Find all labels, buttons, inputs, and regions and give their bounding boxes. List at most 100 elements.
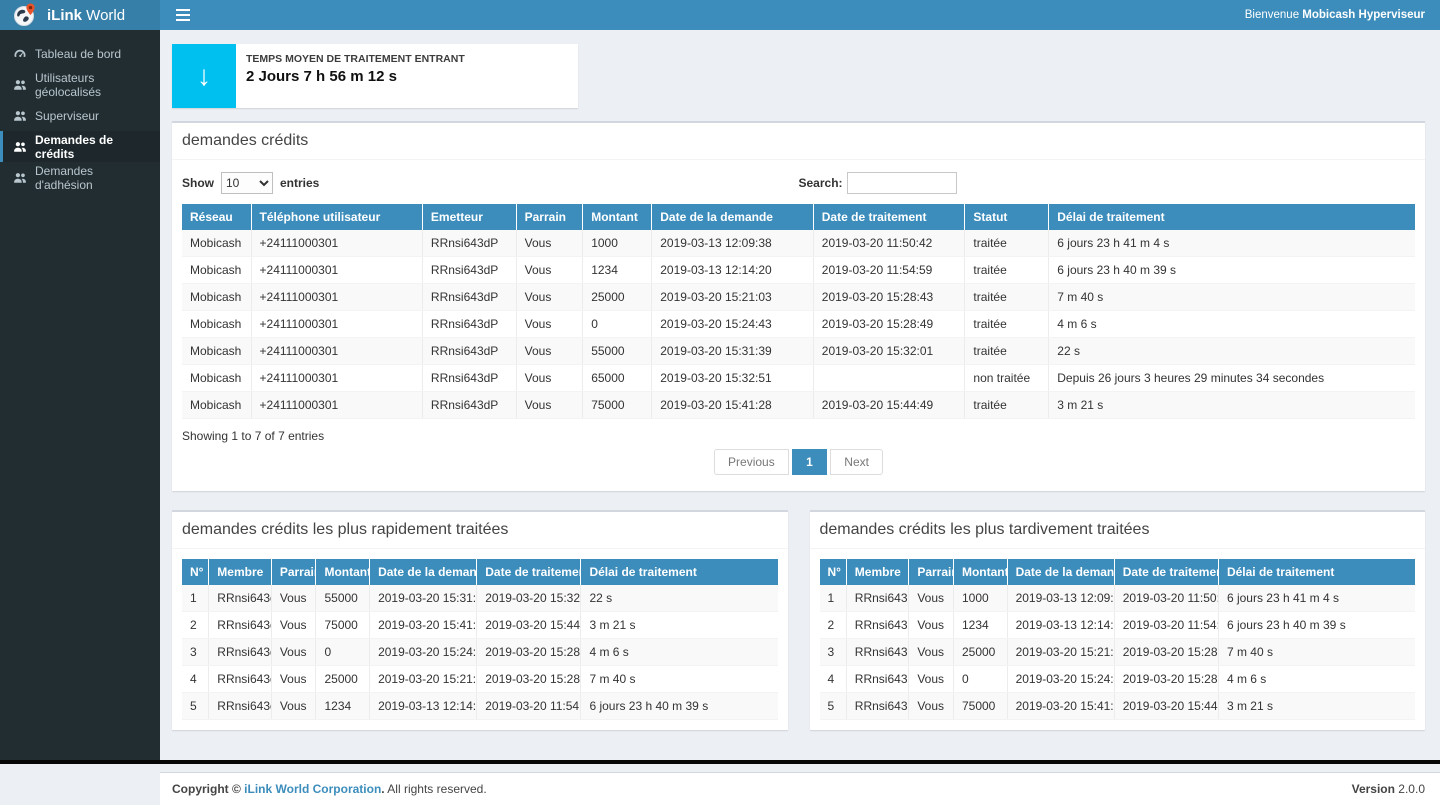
table-cell: RRnsi643dP xyxy=(846,666,909,693)
sidebar-item-label: Demandes de crédits xyxy=(35,133,152,161)
search-input[interactable] xyxy=(847,172,957,194)
copyright-text: Copyright © iLink World Corporation. All… xyxy=(172,782,487,796)
column-header-date-de-la-demande[interactable]: Date de la demande xyxy=(370,559,477,585)
panel-title: demandes crédits xyxy=(172,123,1425,160)
previous-page-button[interactable]: Previous xyxy=(714,449,789,475)
column-header-montant[interactable]: Montant xyxy=(316,559,370,585)
table-cell: 2019-03-20 15:24:43 xyxy=(370,639,477,666)
table-cell: 2019-03-20 11:50:42 xyxy=(813,230,965,257)
table-cell: 75000 xyxy=(583,392,652,419)
table-cell: 2019-03-20 15:32:01 xyxy=(813,338,965,365)
column-header-emetteur[interactable]: Emetteur xyxy=(422,204,516,230)
table-cell: 75000 xyxy=(316,612,370,639)
sidebar-item-utilisateurs-g-olocalis-s[interactable]: Utilisateurs géolocalisés xyxy=(0,69,160,100)
table-cell: 25000 xyxy=(953,639,1007,666)
ilink-world-logo xyxy=(12,2,38,28)
table-cell: 2019-03-20 15:44:49 xyxy=(477,612,581,639)
table-cell: 4 m 6 s xyxy=(1218,666,1415,693)
table-cell: 55000 xyxy=(316,585,370,612)
brand[interactable]: iLink World xyxy=(0,0,160,30)
table-cell: Vous xyxy=(271,612,316,639)
sidebar-item-label: Demandes d'adhésion xyxy=(35,164,152,192)
table-cell: 2019-03-20 11:54:59 xyxy=(1114,612,1218,639)
column-header-parrain[interactable]: Parrain xyxy=(516,204,583,230)
table-row: 3RRnsi643dPVous250002019-03-20 15:21:032… xyxy=(820,639,1416,666)
version-text: Version 2.0.0 xyxy=(1352,782,1425,796)
table-header-row: RéseauTéléphone utilisateurEmetteurParra… xyxy=(182,204,1415,230)
table-cell: +24111000301 xyxy=(251,257,422,284)
table-row: Mobicash+24111000301RRnsi643dPVous550002… xyxy=(182,338,1415,365)
column-header-date-de-la-demande[interactable]: Date de la demande xyxy=(1007,559,1114,585)
page-length-select[interactable]: 10 xyxy=(221,172,273,194)
column-header-d-lai-de-traitement[interactable]: Délai de traitement xyxy=(1049,204,1415,230)
sidebar: iLink World Tableau de bordUtilisateurs … xyxy=(0,0,160,764)
table-cell: Vous xyxy=(516,230,583,257)
table-cell: Vous xyxy=(516,311,583,338)
table-cell: 2019-03-20 15:28:43 xyxy=(477,666,581,693)
column-header-date-de-traitement[interactable]: Date de traitement xyxy=(1114,559,1218,585)
column-header-montant[interactable]: Montant xyxy=(953,559,1007,585)
column-header-parrain[interactable]: Parrain xyxy=(271,559,316,585)
table-cell: Vous xyxy=(271,639,316,666)
page-1-button[interactable]: 1 xyxy=(792,449,827,475)
content-area: ↓ TEMPS MOYEN DE TRAITEMENT ENTRANT 2 Jo… xyxy=(160,0,1440,730)
table-cell: 2019-03-20 15:31:39 xyxy=(370,585,477,612)
table-row: 3RRnsi643dPVous02019-03-20 15:24:432019-… xyxy=(182,639,778,666)
table-cell: 4 xyxy=(182,666,209,693)
table-cell: 2019-03-13 12:09:38 xyxy=(1007,585,1114,612)
table-cell: +24111000301 xyxy=(251,284,422,311)
table-cell: non traitée xyxy=(965,365,1049,392)
table-cell: traitée xyxy=(965,284,1049,311)
column-header-parrain[interactable]: Parrain xyxy=(909,559,954,585)
column-header-date-de-la-demande[interactable]: Date de la demande xyxy=(652,204,814,230)
table-cell: 22 s xyxy=(1049,338,1415,365)
column-header-date-de-traitement[interactable]: Date de traitement xyxy=(813,204,965,230)
table-cell: 1 xyxy=(820,585,847,612)
table-cell: RRnsi643dP xyxy=(846,639,909,666)
table-cell: 3 xyxy=(820,639,847,666)
table-cell: +24111000301 xyxy=(251,365,422,392)
table-cell: RRnsi643dP xyxy=(422,338,516,365)
column-header-date-de-traitement[interactable]: Date de traitement xyxy=(477,559,581,585)
column-header-n[interactable]: N° xyxy=(820,559,847,585)
table-cell: 1000 xyxy=(583,230,652,257)
table-cell: Vous xyxy=(516,365,583,392)
table-cell: Mobicash xyxy=(182,311,251,338)
column-header-d-lai-de-traitement[interactable]: Délai de traitement xyxy=(1218,559,1415,585)
table-cell: Vous xyxy=(909,639,954,666)
table-cell: 2019-03-20 11:54:59 xyxy=(477,693,581,720)
users-icon xyxy=(13,78,27,92)
table-cell: 2019-03-20 15:28:43 xyxy=(813,284,965,311)
column-header-membre[interactable]: Membre xyxy=(209,559,272,585)
table-cell: 2019-03-20 15:24:43 xyxy=(652,311,814,338)
column-header-n[interactable]: N° xyxy=(182,559,209,585)
table-cell: RRnsi643dP xyxy=(422,365,516,392)
column-header-montant[interactable]: Montant xyxy=(583,204,652,230)
table-cell: Vous xyxy=(271,666,316,693)
table-row: Mobicash+24111000301RRnsi643dPVous02019-… xyxy=(182,311,1415,338)
sidebar-menu: Tableau de bordUtilisateurs géolocalisés… xyxy=(0,30,160,193)
table-cell: 2019-03-20 15:28:49 xyxy=(1114,666,1218,693)
column-header-t-l-phone-utilisateur[interactable]: Téléphone utilisateur xyxy=(251,204,422,230)
next-page-button[interactable]: Next xyxy=(830,449,883,475)
sidebar-item-demandes-d-adh-sion[interactable]: Demandes d'adhésion xyxy=(0,162,160,193)
table-cell: 1000 xyxy=(953,585,1007,612)
sidebar-item-demandes-de-cr-dits[interactable]: Demandes de crédits xyxy=(0,131,160,162)
column-header-statut[interactable]: Statut xyxy=(965,204,1049,230)
sidebar-item-superviseur[interactable]: Superviseur xyxy=(0,100,160,131)
brand-name: iLink World xyxy=(47,7,125,24)
company-link[interactable]: iLink World Corporation xyxy=(244,782,381,796)
column-header-d-lai-de-traitement[interactable]: Délai de traitement xyxy=(581,559,778,585)
sidebar-item-tableau-de-bord[interactable]: Tableau de bord xyxy=(0,38,160,69)
table-row: 1RRnsi643dPVous10002019-03-13 12:09:3820… xyxy=(820,585,1416,612)
users-icon xyxy=(13,171,27,185)
table-cell: RRnsi643dP xyxy=(209,612,272,639)
table-cell: 3 m 21 s xyxy=(1049,392,1415,419)
table-cell: RRnsi643dP xyxy=(846,585,909,612)
search-control: Search: xyxy=(799,172,1416,194)
sidebar-toggle-button[interactable] xyxy=(172,4,194,26)
table-cell: Vous xyxy=(516,392,583,419)
column-header-r-seau[interactable]: Réseau xyxy=(182,204,251,230)
column-header-membre[interactable]: Membre xyxy=(846,559,909,585)
credit-requests-panel: demandes crédits Show 10 entries Search: xyxy=(172,121,1425,491)
